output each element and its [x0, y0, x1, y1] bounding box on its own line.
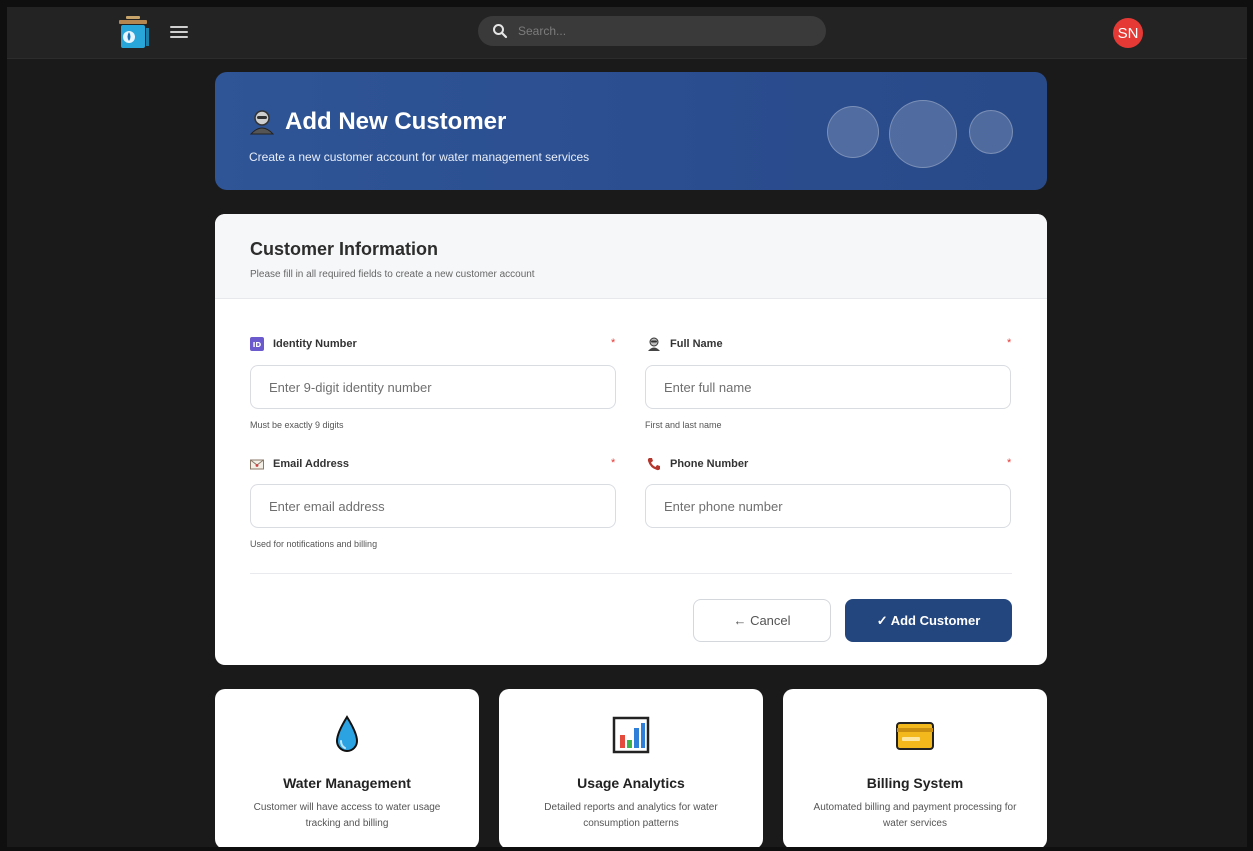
email-address-field[interactable] — [250, 484, 616, 528]
search-icon — [493, 24, 508, 39]
identity-number-label-text: Identity Number — [273, 338, 357, 350]
envelope-icon — [250, 459, 264, 470]
id-badge-icon: ID — [250, 337, 264, 351]
cancel-button[interactable]: ← Cancel — [693, 599, 831, 642]
search-input[interactable] — [518, 24, 798, 38]
hero-title-row: Add New Customer — [249, 108, 506, 136]
form-divider — [250, 573, 1012, 574]
email-address-input[interactable] — [269, 498, 599, 514]
full-name-hint: First and last name — [645, 420, 722, 430]
feature-title: Usage Analytics — [577, 775, 685, 791]
identity-number-field[interactable] — [250, 365, 616, 409]
page-subtitle: Create a new customer account for water … — [249, 150, 590, 164]
full-name-label: Full Name — [647, 337, 723, 351]
person-icon — [648, 337, 660, 351]
feature-card-usage-analytics: Usage Analytics Detailed reports and ana… — [499, 689, 763, 847]
hero-banner: Add New Customer Create a new customer a… — [215, 72, 1047, 190]
identity-number-hint: Must be exactly 9 digits — [250, 420, 344, 430]
app-frame: SN Add New Customer Create a new custome… — [7, 7, 1247, 847]
decorative-circle — [889, 100, 957, 168]
email-address-label: Email Address — [250, 457, 349, 471]
water-drop-icon — [335, 715, 359, 752]
full-name-field[interactable] — [645, 365, 1011, 409]
feature-title: Billing System — [866, 775, 964, 791]
customer-form-card: Customer Information Please fill in all … — [215, 214, 1047, 665]
feature-card-water-management: Water Management Customer will have acce… — [215, 689, 479, 847]
hamburger-menu-icon[interactable] — [170, 23, 188, 41]
app-logo-icon[interactable] — [115, 16, 151, 50]
email-address-hint: Used for notifications and billing — [250, 539, 378, 549]
top-bar: SN — [7, 7, 1247, 59]
decorative-circle — [969, 110, 1013, 154]
identity-number-label: ID Identity Number — [250, 337, 357, 351]
feature-description: Detailed reports and analytics for water… — [544, 802, 718, 829]
person-icon — [249, 110, 275, 135]
required-mark: * — [1007, 337, 1012, 349]
page-title: Add New Customer — [285, 108, 507, 135]
phone-number-input[interactable] — [664, 498, 994, 514]
full-name-label-text: Full Name — [670, 338, 723, 350]
feature-card-billing-system: Billing System Automated billing and pay… — [783, 689, 1047, 847]
email-address-label-text: Email Address — [273, 458, 350, 470]
user-avatar[interactable]: SN — [1113, 18, 1143, 48]
credit-card-icon — [896, 722, 934, 750]
phone-icon — [647, 458, 660, 471]
form-title: Customer Information — [250, 239, 439, 259]
svg-text:ID: ID — [253, 341, 262, 349]
phone-number-field[interactable] — [645, 484, 1011, 528]
required-mark: * — [611, 337, 616, 349]
form-subtitle: Please fill in all required fields to cr… — [250, 269, 535, 280]
phone-number-label-text: Phone Number — [670, 458, 749, 470]
phone-number-label: Phone Number — [647, 457, 748, 471]
bar-chart-icon — [612, 716, 650, 754]
feature-description: Customer will have access to water usage… — [253, 802, 441, 829]
feature-description: Automated billing and payment processing… — [813, 802, 1017, 829]
required-mark: * — [1007, 457, 1012, 469]
required-mark: * — [611, 457, 616, 469]
feature-title: Water Management — [283, 775, 411, 791]
add-customer-button[interactable]: ✓ Add Customer — [845, 599, 1012, 642]
full-name-input[interactable] — [664, 379, 994, 395]
form-header: Customer Information Please fill in all … — [215, 214, 1047, 299]
search-bar[interactable] — [478, 16, 826, 46]
identity-number-input[interactable] — [269, 379, 599, 395]
decorative-circle — [827, 106, 879, 158]
